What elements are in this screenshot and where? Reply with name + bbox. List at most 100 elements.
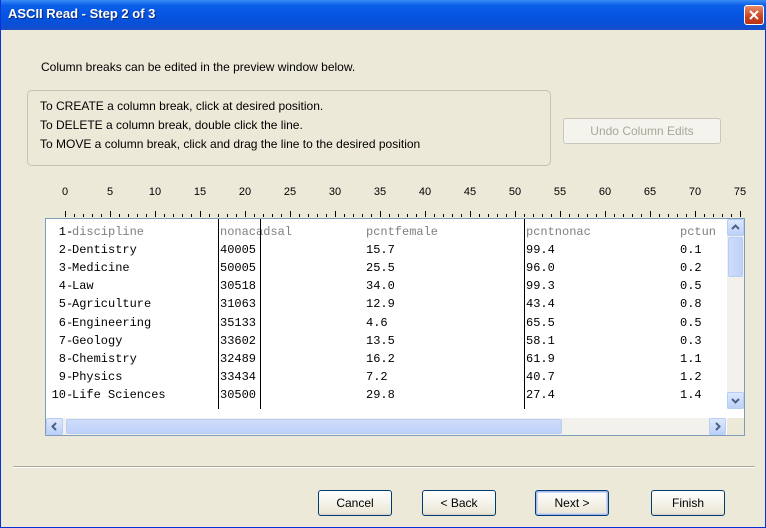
ruler-tick: [470, 211, 471, 217]
scroll-up-button[interactable]: [727, 219, 744, 236]
preview-row: 3- Medicine 50005 25.5 96.0 0.2: [46, 259, 726, 277]
ruler-tick: [587, 214, 588, 217]
ruler-tick: [344, 214, 345, 217]
ruler-tick: [479, 214, 480, 217]
ruler-number: 20: [238, 186, 252, 198]
line-number: 10: [51, 387, 66, 402]
vertical-scroll-thumb[interactable]: [728, 237, 743, 277]
scrollbar-corner: [727, 418, 744, 435]
cell-pctun: 0.5: [680, 279, 702, 294]
cell-nonacadsal: 32489: [220, 351, 257, 366]
chevron-left-icon: [51, 422, 57, 431]
ruler-tick: [218, 214, 219, 217]
ruler-tick: [605, 211, 606, 217]
separator: [13, 466, 755, 468]
ruler-tick: [398, 214, 399, 217]
next-button[interactable]: Next >: [535, 490, 609, 516]
cancel-button[interactable]: Cancel: [318, 490, 392, 516]
ruler-tick: [677, 214, 678, 217]
ruler-tick: [380, 211, 381, 217]
cell-discipline: Geology: [72, 333, 123, 348]
cell-nonacadsal: 31063: [220, 297, 257, 312]
ruler-tick: [308, 214, 309, 217]
cell-pcntfemale: 15.7: [366, 243, 395, 258]
ruler-tick: [731, 214, 732, 217]
cell-pcntnonac: 99.3: [526, 279, 555, 294]
horizontal-scrollbar[interactable]: [46, 418, 726, 435]
ruler-tick: [578, 214, 579, 217]
preview-window[interactable]: 10- Life Sciences 30500 29.8 27.4 1.4 9- Physic…: [45, 218, 745, 436]
title-bar[interactable]: ASCII Read - Step 2 of 3: [1, 0, 766, 30]
ruler-tick: [326, 214, 327, 217]
ruler-tick: [686, 214, 687, 217]
ruler-number: 10: [148, 186, 162, 198]
vertical-scrollbar[interactable]: [727, 219, 744, 409]
finish-button[interactable]: Finish: [651, 490, 725, 516]
ruler-tick: [533, 214, 534, 217]
hint-box: To CREATE a column break, click at desir…: [27, 90, 551, 166]
ruler-number: 50: [508, 186, 522, 198]
ruler-number: 0: [61, 186, 69, 198]
column-break[interactable]: [218, 219, 219, 409]
ruler-tick: [704, 214, 705, 217]
close-button[interactable]: [744, 5, 764, 25]
cell-pcntnonac: pcntnonac: [526, 225, 591, 239]
scroll-left-button[interactable]: [46, 418, 63, 435]
ruler-tick: [353, 214, 354, 217]
preview-row: 6- Engineering 35133 4.6 65.5 0.5: [46, 314, 726, 332]
ascii-read-dialog: ASCII Read - Step 2 of 3 Column breaks c…: [0, 0, 766, 528]
ruler-tick: [371, 214, 372, 217]
ruler-number: 30: [328, 186, 342, 198]
column-break[interactable]: [260, 219, 261, 409]
ruler-tick: [488, 214, 489, 217]
ruler-tick: [119, 214, 120, 217]
ruler-tick: [299, 214, 300, 217]
cell-discipline: Physics: [72, 369, 123, 384]
cell-pcntfemale: 13.5: [366, 333, 395, 348]
ruler-tick: [650, 211, 651, 217]
cell-discipline: discipline: [72, 225, 145, 239]
column-ruler[interactable]: 0510152025303540455055606570758(: [57, 186, 747, 218]
ruler-tick: [497, 214, 498, 217]
cell-pcntnonac: 43.4: [526, 297, 555, 312]
ruler-tick: [227, 214, 228, 217]
cell-pcntfemale: pcntfemale: [366, 225, 439, 239]
ruler-tick: [101, 214, 102, 217]
horizontal-scroll-thumb[interactable]: [66, 419, 562, 434]
ruler-tick: [137, 214, 138, 217]
ruler-tick: [281, 214, 282, 217]
column-break[interactable]: [524, 219, 525, 409]
ruler-tick: [92, 214, 93, 217]
ruler-tick: [443, 214, 444, 217]
cell-pcntnonac: 96.0: [526, 261, 555, 276]
ruler-tick: [722, 214, 723, 217]
hint-delete: To DELETE a column break, double click t…: [40, 118, 303, 132]
ruler-tick: [110, 211, 111, 217]
ruler-tick: [200, 211, 201, 217]
ruler-tick: [569, 214, 570, 217]
chevron-down-icon: [731, 398, 740, 404]
cell-nonacadsal: 30518: [220, 279, 257, 294]
cell-pctun: 1.1: [680, 351, 702, 366]
scroll-right-button[interactable]: [709, 418, 726, 435]
ruler-number: 70: [688, 186, 702, 198]
preview-row: 5- Agriculture 31063 12.9 43.4 0.8: [46, 295, 726, 313]
preview-row: 1- discipline nonacadsal pcntfemale pcntnona…: [46, 223, 726, 241]
preview-row: 2- Dentistry 40005 15.7 99.4 0.1: [46, 241, 726, 259]
chevron-up-icon: [731, 224, 740, 230]
ruler-number: 45: [463, 186, 477, 198]
ruler-tick: [461, 214, 462, 217]
undo-column-edits-button[interactable]: Undo Column Edits: [563, 118, 721, 144]
scroll-down-button[interactable]: [727, 392, 744, 409]
cell-nonacadsal: 35133: [220, 315, 257, 330]
close-icon: [749, 10, 759, 20]
ruler-tick: [74, 214, 75, 217]
ruler-tick: [173, 214, 174, 217]
back-button[interactable]: < Back: [422, 490, 496, 516]
ruler-tick: [542, 214, 543, 217]
ruler-tick: [623, 214, 624, 217]
cell-pctun: 0.8: [680, 297, 702, 312]
cell-pcntfemale: 7.2: [366, 369, 388, 384]
preview-grid[interactable]: 10- Life Sciences 30500 29.8 27.4 1.4 9- Physic…: [46, 219, 726, 409]
ruler-number: 55: [553, 186, 567, 198]
